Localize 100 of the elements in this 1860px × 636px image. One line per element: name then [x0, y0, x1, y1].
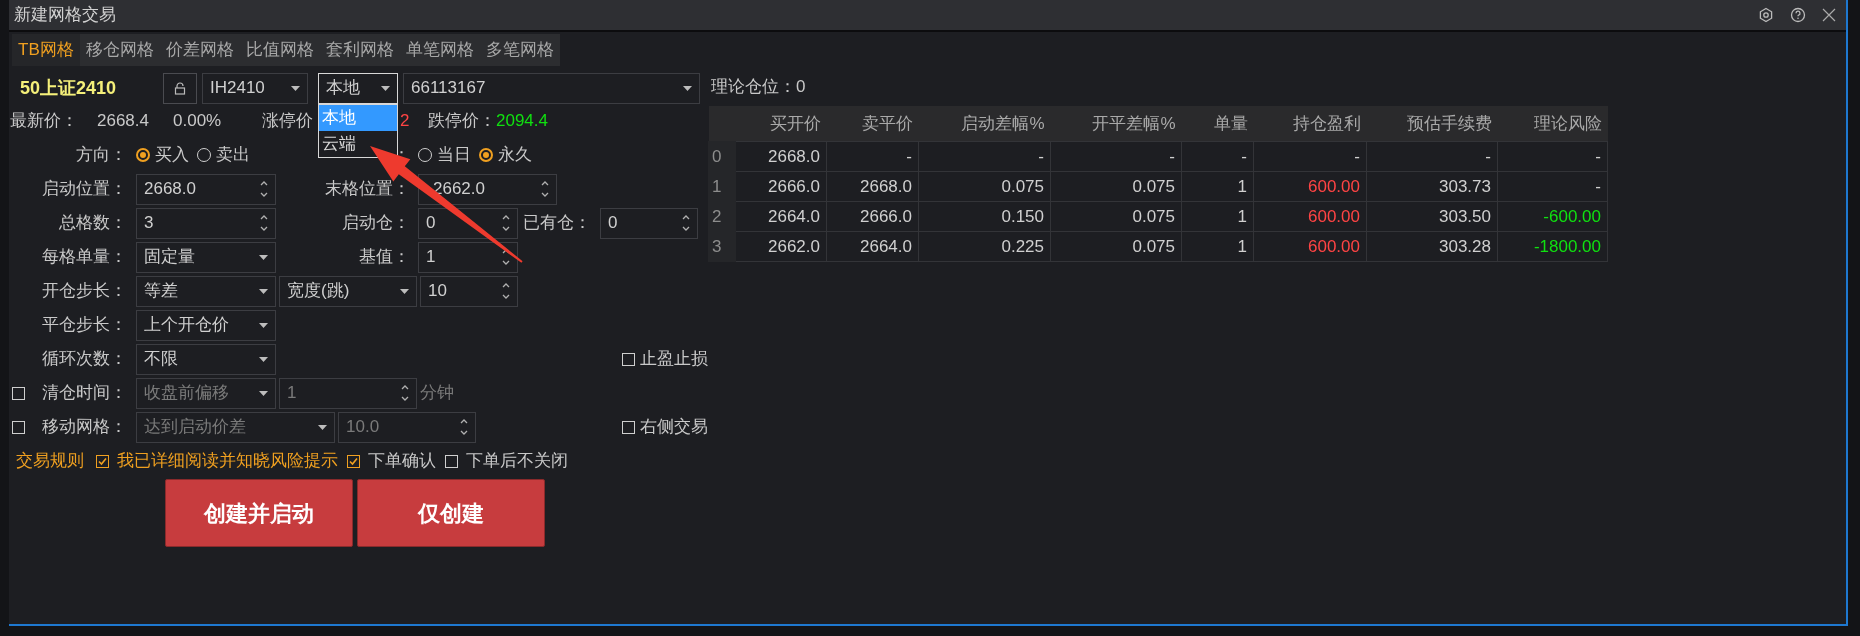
rules-link[interactable]: 交易规则 — [16, 448, 84, 474]
table-cell: - — [1050, 141, 1182, 172]
field-label: 末格位置： — [324, 178, 410, 201]
action-button[interactable]: 仅创建 — [357, 479, 545, 547]
limit-up-price: 2 — [400, 111, 410, 131]
caret-icon — [259, 322, 268, 328]
table-cell: 600.00 — [1253, 171, 1367, 202]
field-label: 开仓步长： — [41, 280, 127, 303]
table-cell: 2664.0 — [735, 201, 827, 232]
table-cell: 0.225 — [918, 231, 1051, 262]
position-value: 0 — [796, 76, 806, 98]
checkbox[interactable] — [445, 454, 458, 468]
field-label: 总格数： — [58, 212, 127, 235]
tab[interactable]: 多笔网格 — [479, 34, 560, 66]
number-field[interactable]: 0 — [418, 207, 518, 239]
dropdown[interactable]: 66113167 — [403, 72, 700, 104]
table-cell: 1 — [1181, 201, 1254, 232]
checkbox-label: 下单后不关闭 — [466, 450, 568, 473]
field-label: 方向： — [75, 144, 127, 167]
tab[interactable]: 价差网格 — [159, 34, 240, 66]
checkbox-label: 我已详细阅读并知晓风险提示 — [117, 450, 338, 473]
tab[interactable]: 套利网格 — [319, 34, 400, 66]
tab[interactable]: 移仓网格 — [79, 34, 160, 66]
radio-button[interactable] — [479, 148, 493, 162]
caret-icon — [259, 254, 268, 260]
radio-label: 卖出 — [216, 144, 250, 167]
table-cell: - — [1181, 141, 1254, 172]
last-price: 2668.4 — [97, 111, 149, 131]
dropdown[interactable]: 不限 — [136, 343, 276, 375]
column-header: 买开价 — [735, 105, 827, 142]
field-label: 平仓步长： — [41, 314, 127, 337]
table-cell: 1 — [1181, 171, 1254, 202]
table-cell: - — [1497, 171, 1608, 202]
table-cell: 2666.0 — [826, 201, 919, 232]
dropdown[interactable]: IH2410 — [202, 72, 308, 104]
checkbox[interactable] — [622, 352, 635, 366]
table-cell: 0.075 — [1050, 171, 1182, 202]
table-cell: 2666.0 — [735, 171, 827, 202]
caret-icon — [381, 85, 390, 91]
column-header: 预估手续费 — [1366, 105, 1498, 142]
checkbox[interactable] — [622, 420, 635, 434]
table-cell: -1800.00 — [1497, 231, 1608, 262]
dropdown[interactable]: 宽度(跳) — [279, 275, 417, 307]
tab[interactable]: TB网格 — [12, 34, 80, 66]
radio-label: 当日 — [437, 144, 471, 167]
field-label: 每格单量： — [41, 246, 127, 269]
table-cell: 303.28 — [1366, 231, 1498, 262]
table-cell: 2664.0 — [826, 231, 919, 262]
dropdown[interactable]: 上个开仓价 — [136, 309, 276, 341]
table-cell: 2668.0 — [735, 141, 827, 172]
checkbox[interactable] — [96, 454, 109, 468]
table-cell: 303.73 — [1366, 171, 1498, 202]
caret-icon — [400, 288, 409, 294]
number-field[interactable]: 0 — [600, 207, 698, 239]
table-cell: 1 — [1181, 231, 1254, 262]
change-percent: 0.00% — [173, 111, 222, 131]
help-icon[interactable] — [1790, 7, 1806, 23]
number-field[interactable]: 1 — [418, 241, 518, 273]
settings-icon[interactable] — [1758, 7, 1774, 23]
tab[interactable]: 单笔网格 — [399, 34, 480, 66]
lock-button[interactable] — [163, 72, 197, 104]
column-header: 开平差幅% — [1050, 105, 1182, 142]
table-cell: - — [1497, 141, 1608, 172]
column-header: 卖平价 — [826, 105, 919, 142]
dropdown[interactable]: 本地 — [318, 72, 398, 104]
unit-label: 分钟 — [420, 382, 454, 405]
number-field[interactable]: 2668.0 — [136, 173, 276, 205]
checkbox[interactable] — [347, 454, 360, 468]
column-header: 启动差幅% — [918, 105, 1051, 142]
close-icon[interactable] — [1822, 8, 1836, 22]
number-field[interactable]: 3 — [136, 207, 276, 239]
limit-down-price: 2094.4 — [496, 110, 548, 133]
number-field[interactable]: 2662.0 — [418, 173, 557, 205]
tab[interactable]: 比值网格 — [239, 34, 320, 66]
row-number: 2 — [708, 201, 736, 232]
radio-label: 买入 — [155, 144, 189, 167]
table-cell: 0.150 — [918, 201, 1051, 232]
dropdown[interactable]: 等差 — [136, 275, 276, 307]
field-label: 理论仓位： — [711, 76, 796, 98]
field-label: 已有仓： — [522, 212, 591, 235]
field-label: 启动仓： — [341, 212, 410, 235]
caret-icon — [259, 288, 268, 294]
row-number: 0 — [708, 141, 736, 172]
number-field[interactable]: 10 — [420, 275, 518, 307]
table-cell: 0.075 — [1050, 231, 1182, 262]
column-header: 单量 — [1181, 105, 1254, 142]
field-label: 最新价： — [10, 111, 78, 131]
column-header: 持仓盈利 — [1253, 105, 1367, 142]
field-label: 循环次数： — [41, 348, 127, 371]
caret-icon — [291, 85, 300, 91]
checkbox-label: 止盈止损 — [640, 348, 708, 371]
checkbox-label: 下单确认 — [368, 450, 436, 473]
table-cell: - — [826, 141, 919, 172]
radio-button[interactable] — [136, 148, 150, 162]
action-button[interactable]: 创建并启动 — [165, 479, 353, 547]
field-label: 移动网格： — [41, 416, 127, 439]
contract-name: 50上证2410 — [20, 76, 118, 100]
table-cell: - — [1366, 141, 1498, 172]
dropdown[interactable]: 固定量 — [136, 241, 276, 273]
caret-icon — [318, 424, 327, 430]
